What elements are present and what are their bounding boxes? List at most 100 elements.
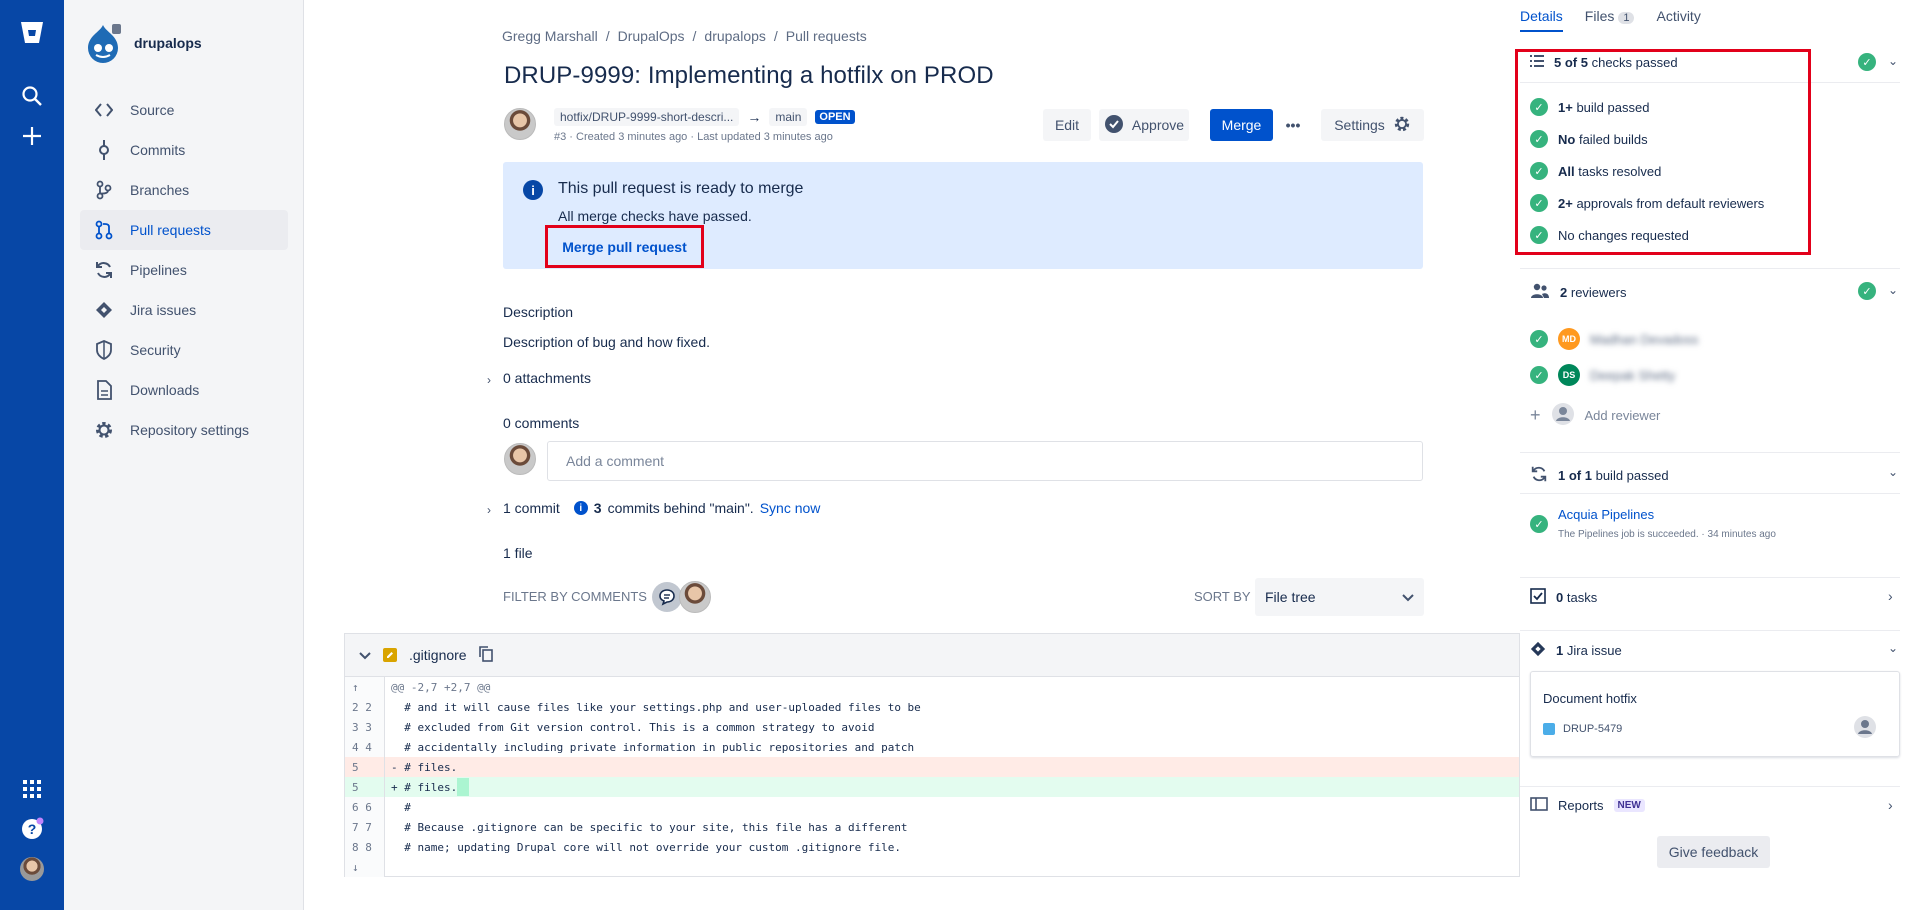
sort-label: SORT BY (1194, 589, 1251, 604)
file-diff: .gitignore ↑ @@ -2,7 +2,7 @@ 2 2 # and it … (344, 633, 1520, 877)
merge-ready-banner: i This pull request is ready to merge Al… (503, 162, 1423, 269)
chevron-right-icon[interactable]: › (487, 503, 491, 517)
chevron-down-icon[interactable] (359, 647, 371, 663)
sync-now-link[interactable]: Sync now (760, 500, 821, 516)
code-text: @@ -2,7 +2,7 @@ (391, 680, 491, 694)
sidebar-item-security[interactable]: Security (80, 330, 288, 370)
check-passed-icon: ✓ (1530, 330, 1548, 348)
sidebar-item-pipelines[interactable]: Pipelines (80, 250, 288, 290)
info-icon: i (523, 180, 543, 200)
approve-button[interactable]: Approve (1099, 109, 1189, 141)
banner-title: This pull request is ready to merge (558, 180, 804, 197)
sidebar-item-label: Downloads (130, 382, 200, 398)
add-reviewer-button[interactable]: + Add reviewer (1530, 402, 1660, 429)
chevron-right-icon[interactable]: › (487, 373, 491, 387)
sidebar-item-downloads[interactable]: Downloads (80, 370, 288, 410)
settings-button[interactable]: Settings (1321, 109, 1424, 141)
search-icon[interactable] (16, 80, 48, 112)
jira-issue-key-row: DRUP-5479 (1543, 723, 1622, 735)
sidebar-item-label: Commits (130, 142, 186, 158)
diff-filename[interactable]: .gitignore (409, 647, 467, 663)
info-icon: i (573, 501, 588, 515)
reviewers-label: reviewers (1570, 285, 1627, 300)
check-circle-icon (1104, 114, 1124, 137)
sidebar-item-repository-settings[interactable]: Repository settings (80, 410, 288, 450)
copy-icon[interactable] (478, 645, 493, 665)
status-badge: OPEN (815, 110, 855, 124)
builds-summary[interactable]: 1 of 1 build passed (1530, 465, 1669, 486)
sidebar-item-source[interactable]: Source (80, 90, 288, 130)
reports-section[interactable]: Reports NEW › (1520, 786, 1900, 826)
reviewer-item[interactable]: ✓ MD Madhan Devadoss (1530, 328, 1698, 350)
edit-button-label: Edit (1054, 117, 1080, 133)
plus-icon: + (1530, 405, 1541, 425)
diff-line: 8 8 # name; updating Drupal core will no… (345, 837, 1519, 857)
tab-details[interactable]: Details (1520, 8, 1563, 32)
chevron-down-icon[interactable]: ⌄ (1888, 283, 1898, 297)
chevron-down-icon[interactable]: ⌄ (1888, 54, 1898, 68)
builds-section: 1 of 1 build passed ⌄ ✓ Acquia Pipelines… (1520, 452, 1900, 564)
comment-placeholder: Add a comment (566, 453, 665, 469)
user-avatar[interactable] (16, 853, 48, 885)
jira-issue-key[interactable]: DRUP-5479 (1563, 723, 1622, 735)
cursor-highlight (457, 778, 470, 796)
merge-pull-request-link[interactable]: Merge pull request (545, 225, 704, 268)
tasks-section[interactable]: 0 tasks › (1520, 577, 1900, 617)
breadcrumb-item[interactable]: Pull requests (786, 28, 867, 44)
more-actions-button[interactable]: ••• (1277, 109, 1309, 141)
tab-activity[interactable]: Activity (1656, 8, 1700, 32)
comment-input[interactable]: Add a comment (547, 441, 1423, 481)
commits-toggle[interactable]: 1 commit (503, 500, 560, 516)
sidebar-item-pull-requests[interactable]: Pull requests (80, 210, 288, 250)
reviewer-item[interactable]: ✓ DS Deepak Shetty (1530, 364, 1675, 386)
source-branch[interactable]: hotfix/DRUP-9999-short-descri... (554, 108, 740, 126)
sort-select[interactable]: File tree (1255, 578, 1424, 616)
help-icon[interactable]: ? (16, 813, 48, 845)
filter-all-comments-icon[interactable] (652, 582, 682, 612)
code-icon (94, 100, 114, 120)
builds-label: build passed (1595, 468, 1669, 483)
line-number[interactable]: ↓ (345, 857, 385, 877)
gear-icon (94, 420, 114, 440)
shield-icon (94, 340, 114, 360)
files-count-badge: 1 (1618, 12, 1635, 24)
user-placeholder-icon (1551, 402, 1575, 429)
chevron-right-icon[interactable]: › (1888, 797, 1893, 813)
tab-files[interactable]: Files 1 (1585, 8, 1635, 32)
author-avatar[interactable] (504, 108, 536, 140)
jira-summary[interactable]: 1 Jira issue (1530, 641, 1622, 660)
jira-issue-card[interactable]: Document hotfix DRUP-5479 (1530, 671, 1900, 757)
line-number[interactable]: ↑ (345, 677, 385, 697)
build-name-link[interactable]: Acquia Pipelines (1558, 507, 1654, 522)
behind-count: 3 (593, 500, 602, 516)
app-switcher-icon[interactable] (16, 773, 48, 805)
merge-button[interactable]: Merge (1210, 109, 1273, 141)
filter-user-avatar[interactable] (679, 581, 711, 613)
edit-button[interactable]: Edit (1043, 109, 1091, 141)
reviewer-name: Deepak Shetty (1590, 367, 1676, 383)
file-icon (94, 380, 114, 400)
reviewers-summary[interactable]: 2 reviewers (1530, 283, 1626, 302)
breadcrumb-item[interactable]: DrupalOps (618, 28, 685, 44)
breadcrumb-item[interactable]: drupalops (704, 28, 766, 44)
breadcrumb-item[interactable]: Gregg Marshall (502, 28, 598, 44)
sidebar-item-commits[interactable]: Commits (80, 130, 288, 170)
target-branch[interactable]: main (769, 108, 808, 126)
give-feedback-button[interactable]: Give feedback (1657, 836, 1770, 868)
chevron-down-icon[interactable]: ⌄ (1888, 641, 1898, 655)
diff-line: 3 3 # excluded from Git version control.… (345, 717, 1519, 737)
chevron-right-icon[interactable]: › (1888, 588, 1893, 604)
repo-header[interactable]: drupalops (82, 22, 202, 64)
diff-line: 7 7 # Because .gitignore can be specific… (345, 817, 1519, 837)
sidebar-item-branches[interactable]: Branches (80, 170, 288, 210)
merge-button-label: Merge (1221, 117, 1262, 133)
modified-file-icon (383, 648, 397, 662)
sidebar-item-label: Pull requests (130, 222, 211, 238)
bitbucket-logo-icon[interactable] (16, 16, 48, 48)
chevron-down-icon[interactable]: ⌄ (1888, 465, 1898, 479)
attachments-toggle[interactable]: 0 attachments (503, 370, 591, 386)
create-plus-icon[interactable] (16, 120, 48, 152)
line-number: 2 2 (345, 697, 385, 717)
sidebar-item-jira-issues[interactable]: Jira issues (80, 290, 288, 330)
chevron-down-icon (1402, 589, 1414, 605)
